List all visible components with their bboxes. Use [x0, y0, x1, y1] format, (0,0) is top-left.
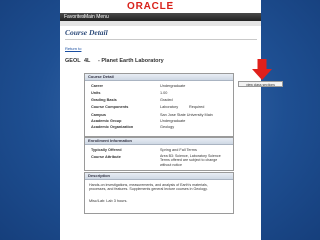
career-value: Undergraduate [160, 84, 186, 88]
typically-offered-label: Typically Offered [91, 148, 122, 152]
description-heading: Description [85, 173, 233, 180]
course-components-label: Course Components [91, 105, 129, 109]
grading-basis-value: Graded [160, 98, 173, 102]
grading-basis-label: Grading Basis [91, 98, 117, 102]
academic-group-value: Undergraduate [160, 119, 186, 123]
favorites-menu[interactable]: Favorites [64, 14, 85, 20]
course-number: 4L [84, 58, 91, 64]
main-menu[interactable]: Main Menu [84, 14, 109, 20]
page-title: Course Detail [65, 28, 108, 37]
view-class-sections-button[interactable]: view class sections [238, 81, 283, 87]
units-value: 1.00 [160, 91, 168, 95]
oracle-header: ORACLE ® [60, 0, 261, 13]
academic-org-label: Academic Organization [91, 125, 134, 129]
description-box: Description Hands-on investigations, mea… [84, 172, 234, 214]
slide-background: { "header": { "logo": "ORACLE", "logo_ma… [0, 0, 320, 240]
red-arrow-down-icon [252, 59, 272, 80]
course-detail-heading: Course Detail [85, 74, 233, 81]
academic-org-value: Geology [160, 125, 175, 129]
course-title: - Planet Earth Laboratory [98, 58, 164, 64]
typically-offered-value: Spring and Fall Terms [160, 148, 197, 152]
course-components-value: Laboratory [160, 105, 179, 109]
campus-label: Campus [91, 113, 106, 117]
career-label: Career [91, 84, 104, 88]
campus-value: San Jose State University Main [160, 113, 213, 117]
description-text: Hands-on investigations, measurements, a… [89, 183, 208, 192]
menu-subbar [60, 21, 261, 26]
title-divider [65, 39, 257, 40]
course-subject: GEOL [65, 58, 81, 64]
course-components-required: Required [189, 105, 205, 109]
menu-bar: Favorites Main Menu [60, 13, 261, 21]
browser-page: ORACLE ® Favorites Main Menu Course Deta… [60, 0, 261, 240]
units-label: Units [91, 91, 101, 95]
course-detail-box: Course Detail Career Undergraduate Units… [84, 73, 234, 137]
oracle-logo: ORACLE [127, 1, 175, 12]
enrollment-box: Enrollment Information Typically Offered… [84, 137, 234, 171]
return-link[interactable]: Return to [65, 46, 81, 51]
course-attribute-value: Area B3: Science, Laboratory Science Ter… [160, 154, 221, 167]
enrollment-heading: Enrollment Information [85, 138, 233, 145]
lab-hours: Misc/Lab: Lab 3 hours. [89, 199, 128, 203]
academic-group-label: Academic Group [91, 119, 122, 123]
registered-mark: ® [170, 1, 173, 5]
course-attribute-label: Course Attribute [91, 155, 121, 159]
